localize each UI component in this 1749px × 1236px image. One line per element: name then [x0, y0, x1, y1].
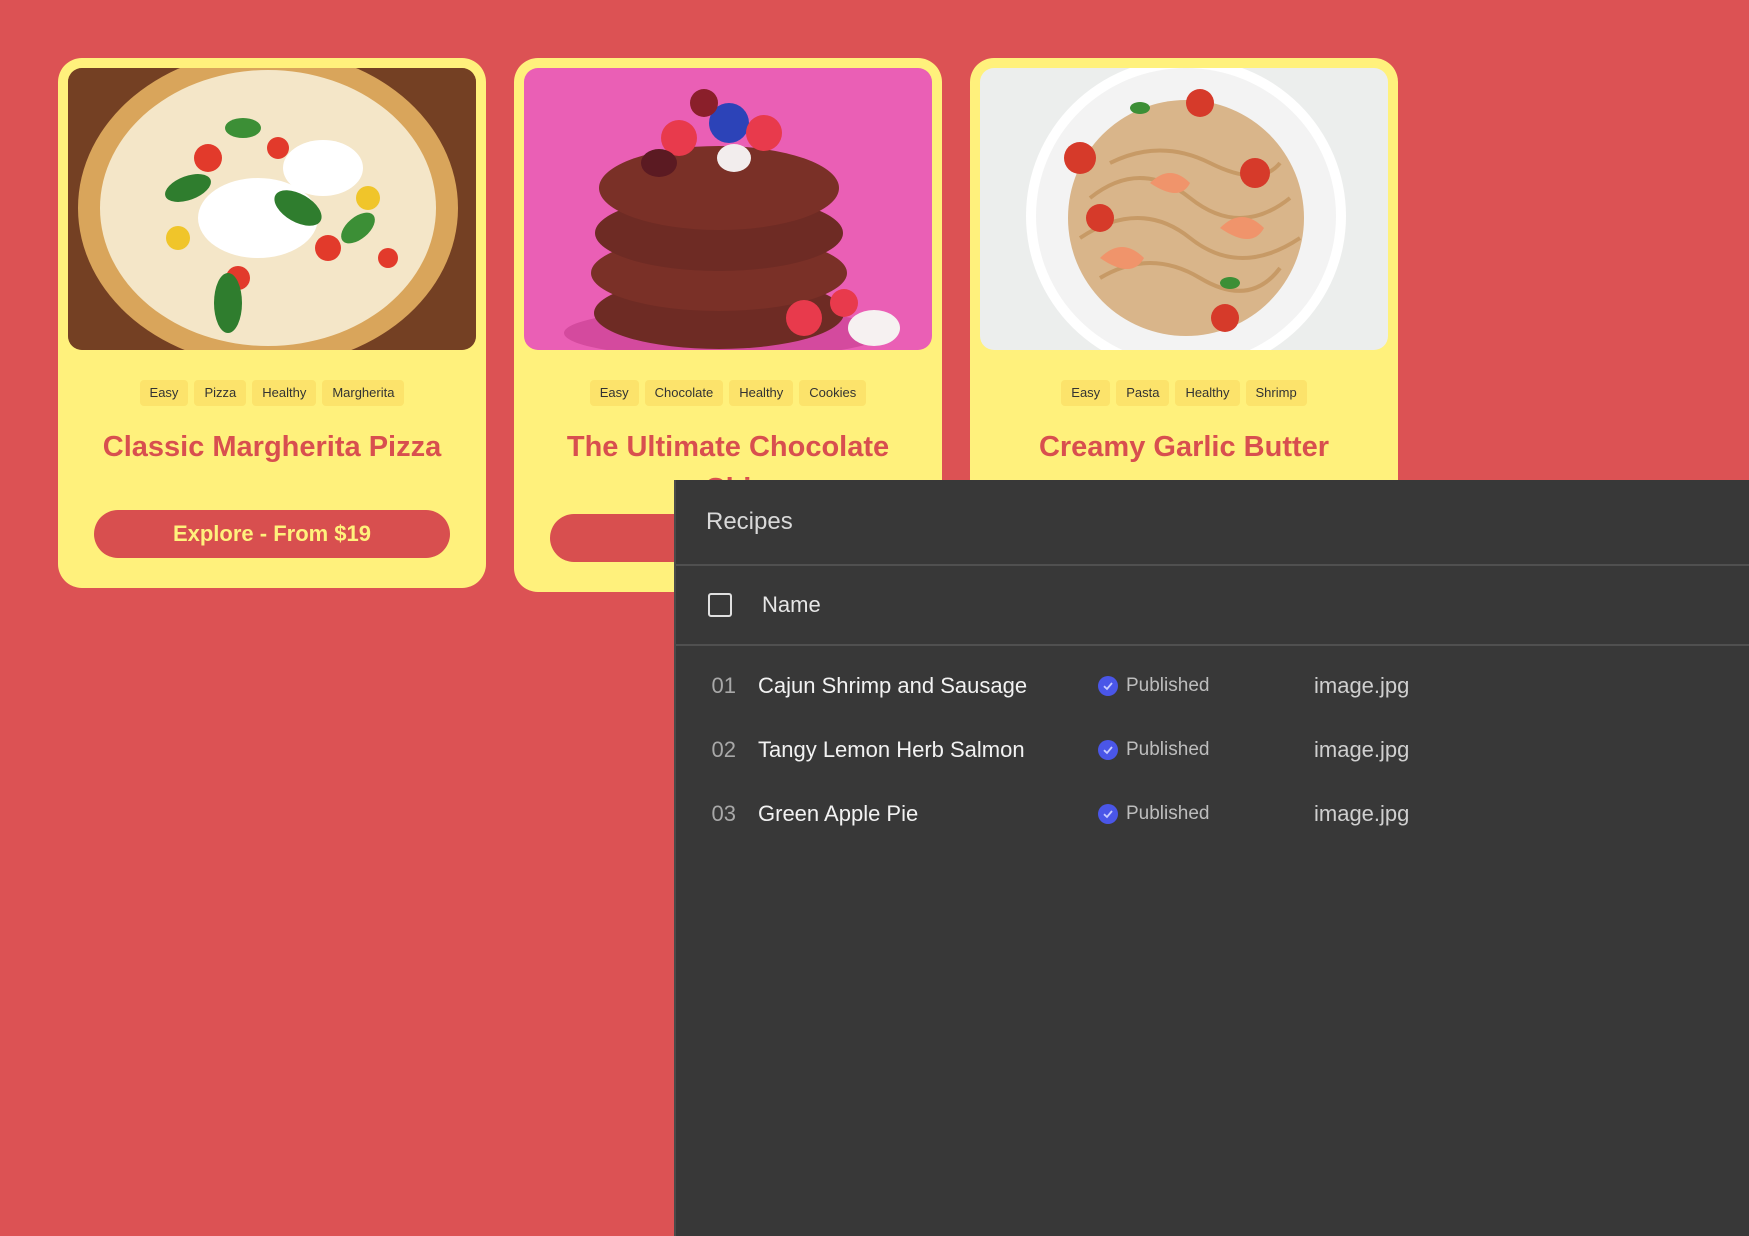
status-badge: Published: [1098, 675, 1209, 697]
image-file[interactable]: image.jpg: [1314, 801, 1409, 827]
column-header-name: Name: [762, 592, 821, 617]
tag-list: Easy Chocolate Healthy Cookies: [524, 380, 932, 406]
tag: Cookies: [799, 380, 867, 406]
tag: Healthy: [1175, 380, 1240, 406]
recipe-list: 01 Cajun Shrimp and Sausage Published im…: [676, 646, 1749, 846]
tag: Healthy: [729, 380, 794, 406]
tag-list: Easy Pizza Healthy Margherita: [68, 380, 476, 406]
tag: Margherita: [322, 380, 405, 406]
image-file[interactable]: image.jpg: [1314, 673, 1409, 699]
table-row[interactable]: 01 Cajun Shrimp and Sausage Published im…: [676, 654, 1749, 718]
cookies-image: [524, 68, 932, 350]
card-title: Creamy Garlic Butter: [1038, 431, 1330, 463]
status-label: Published: [1126, 803, 1210, 824]
check-circle-icon: [1098, 676, 1118, 696]
recipe-card-pizza[interactable]: Easy Pizza Healthy Margherita Classic Ma…: [58, 58, 486, 588]
recipe-name: Cajun Shrimp and Sausage: [758, 673, 1028, 698]
card-title: Classic Margherita Pizza: [102, 431, 442, 463]
image-file[interactable]: image.jpg: [1314, 737, 1409, 763]
check-circle-icon: [1098, 804, 1118, 824]
row-number: 02: [711, 737, 736, 762]
row-number: 01: [711, 673, 736, 698]
pizza-image: [68, 68, 476, 350]
row-number: 03: [711, 801, 736, 826]
tag-list: Easy Pasta Healthy Shrimp: [980, 380, 1388, 406]
table-row[interactable]: 02 Tangy Lemon Herb Salmon Published ima…: [676, 718, 1749, 782]
check-circle-icon: [1098, 740, 1118, 760]
status-badge: Published: [1098, 739, 1209, 761]
recipe-card-pasta[interactable]: Easy Pasta Healthy Shrimp Creamy Garlic …: [970, 58, 1398, 538]
tag: Pasta: [1116, 380, 1170, 406]
tag: Healthy: [252, 380, 317, 406]
status-label: Published: [1126, 739, 1210, 760]
tag: Shrimp: [1245, 380, 1307, 406]
select-all-checkbox[interactable]: [708, 593, 732, 617]
table-row[interactable]: 03 Green Apple Pie Published image.jpg: [676, 782, 1749, 846]
recipe-name: Tangy Lemon Herb Salmon: [758, 737, 1025, 762]
tag: Pizza: [194, 380, 247, 406]
recipes-panel: Recipes Name 01 Cajun Shrimp and Sausage…: [674, 480, 1749, 1236]
recipe-name: Green Apple Pie: [758, 801, 919, 826]
table-header: Name: [676, 566, 1749, 646]
tag: Easy: [1061, 380, 1111, 406]
explore-button[interactable]: Explore - From $19: [94, 510, 450, 558]
panel-title: Recipes: [676, 480, 1749, 566]
status-label: Published: [1126, 675, 1210, 696]
tag: Chocolate: [644, 380, 724, 406]
tag: Easy: [589, 380, 639, 406]
tag: Easy: [139, 380, 189, 406]
status-badge: Published: [1098, 803, 1209, 825]
pasta-image: [980, 68, 1388, 350]
